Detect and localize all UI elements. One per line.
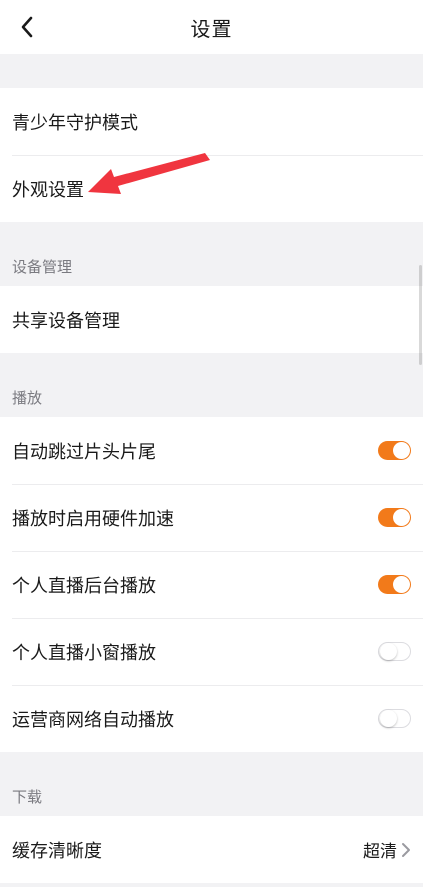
toggle-switch[interactable] [378,709,411,728]
setting-item-cache-quality[interactable]: 缓存清晰度 超清 [0,816,423,883]
scrollbar[interactable] [419,265,422,365]
section-header-download: 下载 [12,788,43,806]
toggle-knob [393,576,410,593]
setting-label: 个人直播小窗播放 [12,642,156,664]
setting-label: 青少年守护模式 [12,112,138,134]
toggle-knob [380,710,397,727]
setting-item-teen-mode[interactable]: 青少年守护模式 [0,88,423,155]
setting-item-skip-intro: 自动跳过片头片尾 [0,417,423,484]
setting-label: 运营商网络自动播放 [12,709,174,731]
section-header-playback: 播放 [12,389,43,407]
navigation-bar: 设置 [0,0,423,54]
toggle-knob [393,442,410,459]
setting-item-shared-devices[interactable]: 共享设备管理 [0,286,423,353]
setting-item-appearance[interactable]: 外观设置 [0,155,423,222]
toggle-knob [380,643,397,660]
setting-item-hardware-accel: 播放时启用硬件加速 [0,484,423,551]
toggle-knob [393,509,410,526]
back-button[interactable] [12,12,42,42]
chevron-left-icon [21,16,33,38]
setting-label: 自动跳过片头片尾 [12,441,156,463]
setting-label: 缓存清晰度 [12,840,102,862]
settings-group-top: 青少年守护模式 外观设置 [0,88,423,222]
toggle-switch[interactable] [378,575,411,594]
toggle-switch[interactable] [378,642,411,661]
setting-value: 超清 [363,842,397,862]
settings-group-playback: 自动跳过片头片尾 播放时启用硬件加速 个人直播后台播放 个人直播小窗播放 运营商… [0,417,423,752]
section-gap [0,54,423,88]
section-header-device: 设备管理 [12,258,73,276]
setting-item-live-background: 个人直播后台播放 [0,551,423,618]
toggle-switch[interactable] [378,441,411,460]
toggle-switch[interactable] [378,508,411,527]
setting-label: 个人直播后台播放 [12,575,156,597]
setting-item-cellular-autoplay: 运营商网络自动播放 [0,685,423,752]
setting-label: 外观设置 [12,179,84,201]
setting-value-wrap: 超清 [363,837,411,862]
settings-group-device: 共享设备管理 [0,286,423,353]
setting-label: 播放时启用硬件加速 [12,508,174,530]
setting-label: 共享设备管理 [12,310,120,332]
page-title: 设置 [190,16,233,41]
settings-group-download: 缓存清晰度 超清 [0,816,423,883]
chevron-right-icon [402,842,410,857]
setting-item-live-pip: 个人直播小窗播放 [0,618,423,685]
